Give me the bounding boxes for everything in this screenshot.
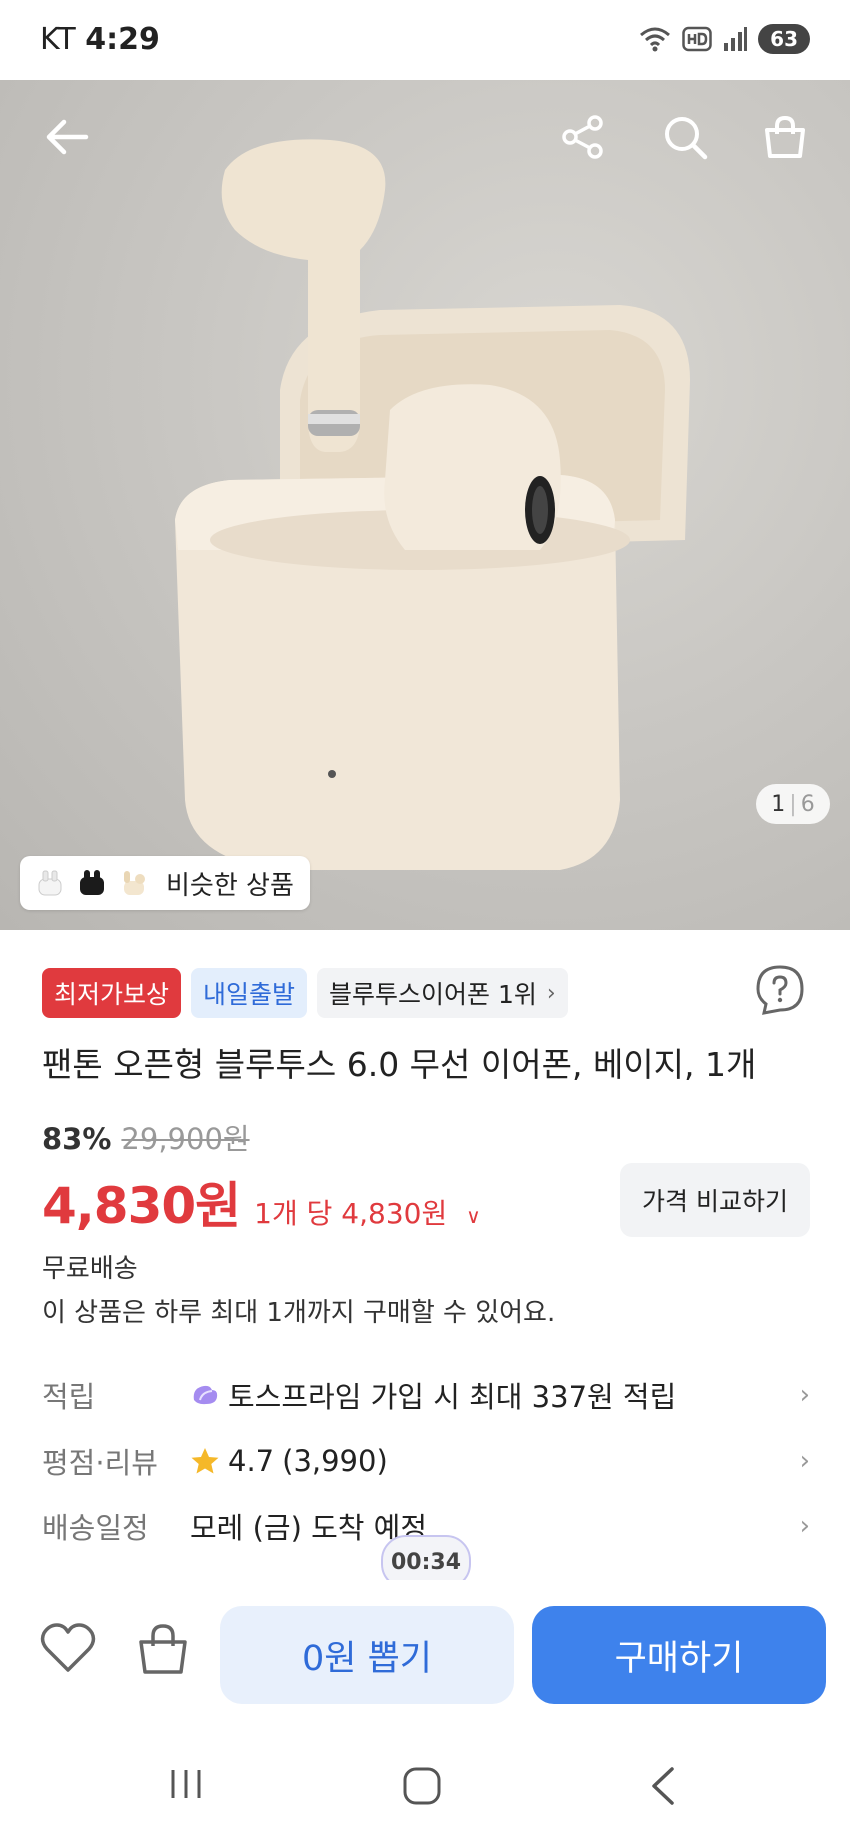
clock: 4:29	[85, 22, 160, 57]
delivery-label: 배송일정	[42, 1511, 149, 1545]
add-to-cart-button[interactable]	[136, 1622, 190, 1680]
chevron-down-icon: ∨	[466, 1204, 481, 1228]
lowest-price-badge: 최저가보상	[42, 968, 182, 1018]
home-icon	[403, 1767, 441, 1805]
arrow-left-icon	[46, 119, 89, 155]
points-row[interactable]: 적립 토스프라임 가입 시 최대 337원 적립 ›	[42, 1370, 810, 1420]
unit-price-label: 1개 당 4,830원	[254, 1197, 448, 1230]
similar-products-chip[interactable]: 비슷한 상품	[20, 856, 310, 910]
free-draw-button[interactable]: 0원 뽑기	[220, 1606, 514, 1704]
price-row: 4,830원 1개 당 4,830원 ∨	[42, 1166, 481, 1238]
shopping-bag-icon	[765, 115, 805, 158]
home-button[interactable]	[402, 1766, 442, 1810]
product-title: 팬톤 오픈형 블루투스 6.0 무선 이어폰, 베이지, 1개	[42, 1045, 757, 1084]
rating-row[interactable]: 평점·리뷰 4.7 (3,990) ›	[42, 1436, 810, 1486]
search-icon	[665, 117, 708, 160]
discount-row: 83% 29,900원	[42, 1116, 250, 1158]
product-image-carousel[interactable]: 비슷한 상품 1 | 6	[0, 80, 850, 930]
hd-icon	[682, 26, 712, 52]
original-price: 29,900원	[121, 1122, 250, 1156]
similar-thumb-beige	[124, 871, 145, 895]
image-counter-current: 1	[771, 791, 786, 817]
recent-apps-icon	[171, 1770, 201, 1798]
chevron-right-icon: ›	[546, 980, 556, 1006]
points-value: 토스프라임 가입 시 최대 337원 적립	[228, 1380, 677, 1414]
ranking-badge[interactable]: 블루투스이어폰 1위 ›	[317, 968, 568, 1018]
chevron-right-icon: ›	[799, 1511, 810, 1541]
wifi-icon	[640, 27, 671, 52]
image-counter: 1 | 6	[756, 784, 830, 824]
image-counter-separator: |	[789, 791, 797, 817]
similar-thumb-white	[38, 870, 62, 896]
badge-row: 최저가보상 내일출발 블루투스이어폰 1위 ›	[42, 968, 568, 1018]
search-button[interactable]	[650, 102, 720, 172]
similar-products-label: 비슷한 상품	[166, 870, 294, 901]
shopping-bag-icon	[139, 1624, 187, 1674]
free-shipping-text: 무료배송	[42, 1254, 138, 1284]
discount-rate: 83%	[42, 1122, 112, 1156]
product-image	[175, 139, 690, 870]
system-back-button[interactable]	[648, 1766, 678, 1810]
purchase-limit-text: 이 상품은 하루 최대 1개까지 구매할 수 있어요.	[42, 1298, 556, 1328]
points-label: 적립	[42, 1380, 96, 1414]
chevron-left-icon	[652, 1767, 674, 1805]
signal-icon	[724, 27, 748, 51]
rating-label: 평점·리뷰	[42, 1446, 158, 1480]
status-carrier-time: KT 4:29	[40, 22, 160, 57]
similar-thumb-black	[80, 870, 104, 895]
heart-icon	[40, 1623, 96, 1672]
share-icon	[562, 115, 603, 159]
status-icons: 63	[638, 24, 810, 54]
ranking-label: 블루투스이어폰 1위	[329, 980, 537, 1009]
sale-price: 4,830원	[42, 1177, 241, 1235]
wishlist-button[interactable]	[40, 1622, 96, 1678]
carrier-label: KT	[40, 22, 76, 57]
buy-button[interactable]: 구매하기	[532, 1606, 826, 1704]
recent-apps-button[interactable]	[168, 1768, 204, 1804]
rating-score: 4.7	[228, 1444, 275, 1478]
help-button[interactable]	[754, 964, 806, 1020]
review-count: (3,990)	[282, 1444, 388, 1478]
compare-price-button[interactable]: 가격 비교하기	[620, 1163, 810, 1237]
ship-tomorrow-badge: 내일출발	[191, 968, 308, 1018]
question-bubble-icon	[756, 965, 804, 1015]
cart-button[interactable]	[750, 102, 820, 172]
star-icon	[191, 1448, 219, 1474]
toss-prime-icon	[193, 1385, 218, 1405]
share-button[interactable]	[548, 102, 618, 172]
chevron-right-icon: ›	[799, 1380, 810, 1410]
chevron-right-icon: ›	[799, 1446, 810, 1476]
battery-icon: 63	[758, 24, 810, 54]
back-button[interactable]	[32, 102, 102, 172]
image-counter-total: 6	[800, 791, 815, 817]
unit-price-dropdown[interactable]: 1개 당 4,830원 ∨	[254, 1192, 481, 1232]
